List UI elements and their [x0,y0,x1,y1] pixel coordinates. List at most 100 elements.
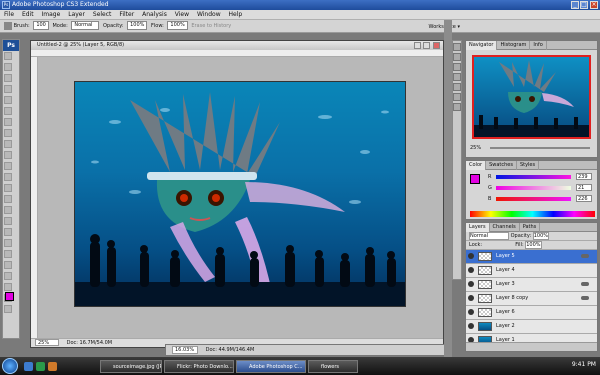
tab-info[interactable]: Info [530,41,547,50]
blend-mode-select[interactable]: Normal [469,232,509,240]
tab-paths[interactable]: Paths [520,223,541,232]
paragraph-panel-icon[interactable] [453,103,461,111]
opacity-input[interactable]: 100% [127,21,148,30]
tab-styles[interactable]: Styles [517,161,540,170]
eye-icon[interactable] [468,281,474,287]
menu-image[interactable]: Image [42,11,61,18]
zoom-field[interactable]: 25% [35,339,59,346]
browser-icon[interactable] [48,362,57,371]
tab-navigator[interactable]: Navigator [466,41,498,50]
blur-tool-icon[interactable] [4,184,12,192]
actions-panel-icon[interactable] [453,53,461,61]
menu-analysis[interactable]: Analysis [142,11,167,18]
taskbar-item-sourceimage[interactable]: sourceimage.jpg (JP... [100,360,162,373]
b-slider[interactable] [496,197,571,201]
rotate-view-icon[interactable] [4,305,12,313]
crop-tool-icon[interactable] [4,96,12,104]
color-foreground-swatch[interactable] [470,174,480,184]
color-spectrum-bar[interactable] [470,211,595,217]
menu-layer[interactable]: Layer [68,11,85,18]
taskbar-item-photoshop[interactable]: Adobe Photoshop C... [236,360,306,373]
minimize-icon[interactable]: _ [571,1,579,9]
healing-tool-icon[interactable] [4,118,12,126]
g-value[interactable]: 21 [576,184,592,191]
layer-row[interactable]: Layer 3 [466,278,597,292]
image-canvas[interactable] [74,81,406,307]
move-tool-icon[interactable] [4,52,12,60]
eye-icon[interactable] [468,295,474,301]
marquee-tool-icon[interactable] [4,63,12,71]
lasso-tool-icon[interactable] [4,74,12,82]
dodge-tool-icon[interactable] [4,195,12,203]
tab-swatches[interactable]: Swatches [486,161,517,170]
navigator-preview[interactable] [472,55,591,139]
flow-input[interactable]: 100% [167,21,188,30]
start-button[interactable] [2,358,18,374]
b-value[interactable]: 226 [576,195,592,202]
path-select-tool-icon[interactable] [4,228,12,236]
tab-channels[interactable]: Channels [490,223,520,232]
shape-tool-icon[interactable] [4,239,12,247]
history-brush-tool-icon[interactable] [4,151,12,159]
erase-to-history-checkbox[interactable]: Erase to History [191,23,231,29]
document-title-bar[interactable]: Untitled-2 @ 25% (Layer 5, RGB/8) [31,41,443,50]
navigator-zoom-slider[interactable] [490,147,590,149]
brushes-panel-icon[interactable] [453,73,461,81]
r-value[interactable]: 239 [576,173,592,180]
eraser-tool-icon[interactable] [4,162,12,170]
tool-presets-icon[interactable] [453,63,461,71]
menu-file[interactable]: File [4,11,14,18]
system-clock[interactable]: 9:41 PM [572,361,596,368]
history-brush-icon[interactable] [4,21,12,30]
layer-opacity-input[interactable]: 100% [532,232,550,240]
media-icon[interactable] [36,362,45,371]
eye-icon[interactable] [468,309,474,315]
layer-row[interactable]: Layer 2 [466,320,597,334]
close-icon[interactable] [433,42,440,49]
gradient-tool-icon[interactable] [4,173,12,181]
character-panel-icon[interactable] [453,93,461,101]
explorer-icon[interactable] [24,362,33,371]
navigator-zoom[interactable]: 25% [470,145,481,151]
history-panel-icon[interactable] [453,43,461,51]
eye-icon[interactable] [468,323,474,329]
g-slider[interactable] [496,186,571,190]
menu-filter[interactable]: Filter [119,11,134,18]
maximize-icon[interactable]: □ [580,1,588,9]
type-tool-icon[interactable] [4,217,12,225]
maximize-icon[interactable] [423,42,430,49]
taskbar-item-flickr[interactable]: Flickr: Photo Downlo... [164,360,234,373]
hand-tool-icon[interactable] [4,283,12,291]
menu-help[interactable]: Help [229,11,243,18]
magic-wand-icon[interactable] [4,85,12,93]
eye-icon[interactable] [468,267,474,273]
menu-edit[interactable]: Edit [22,11,34,18]
brush-tool-icon[interactable] [4,129,12,137]
brush-size-picker[interactable]: 100 [33,21,49,30]
notes-tool-icon[interactable] [4,261,12,269]
slice-tool-icon[interactable] [4,107,12,115]
layer-row[interactable]: Layer 4 [466,264,597,278]
fill-input[interactable]: 100% [525,241,542,249]
foreground-color-swatch[interactable] [5,292,14,301]
eyedropper-tool-icon[interactable] [4,272,12,280]
menu-window[interactable]: Window [197,11,221,18]
pen-tool-icon[interactable] [4,206,12,214]
mode-select[interactable]: Normal [71,21,100,30]
layer-row[interactable]: Layer 8 copy [466,292,597,306]
tab-histogram[interactable]: Histogram [497,41,531,50]
stamp-tool-icon[interactable] [4,140,12,148]
zoom-field-2[interactable]: 16.03% [172,346,198,354]
3d-tool-icon[interactable] [4,250,12,258]
minimize-icon[interactable] [414,42,421,49]
layer-row[interactable]: Layer 5 [466,250,597,264]
close-icon[interactable]: × [590,1,598,9]
menu-select[interactable]: Select [93,11,112,18]
clone-source-icon[interactable] [453,83,461,91]
taskbar-item-flowers[interactable]: flowers [308,360,358,373]
eye-icon[interactable] [468,253,474,259]
tab-layers[interactable]: Layers [466,223,490,232]
r-slider[interactable] [496,175,571,179]
layer-row[interactable]: Layer 6 [466,306,597,320]
menu-view[interactable]: View [175,11,189,18]
